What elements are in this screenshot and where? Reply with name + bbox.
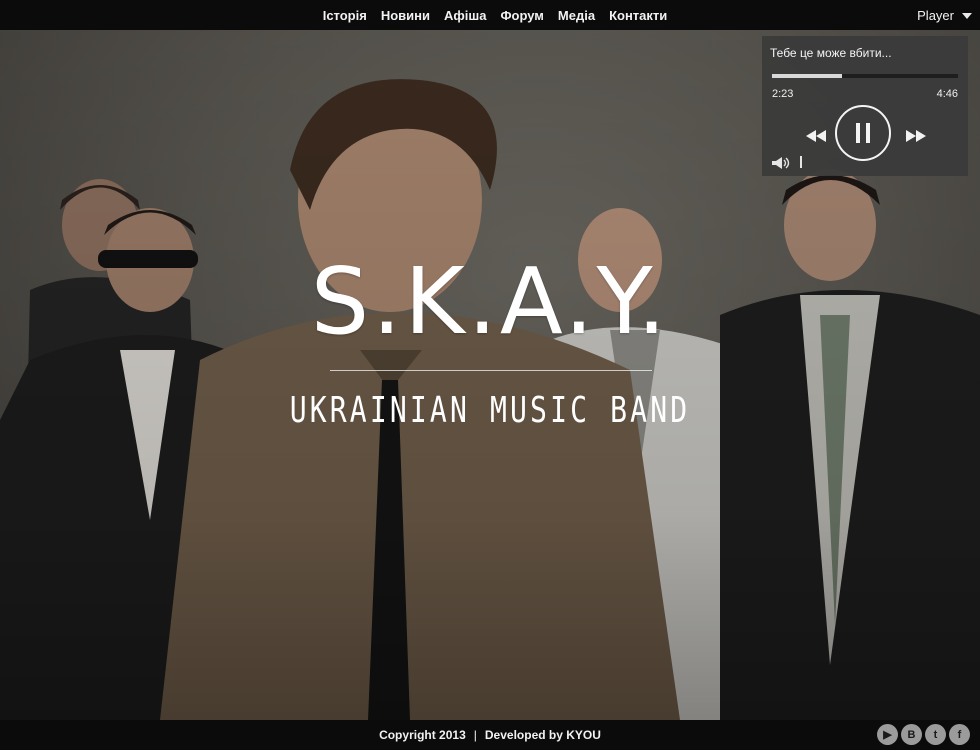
player-toggle-button[interactable]: Player: [917, 0, 972, 30]
progress-fill: [772, 74, 842, 78]
audio-player: Тебе це може вбити... 2:23 4:46: [762, 36, 968, 176]
nav-item-forum[interactable]: Форум: [500, 8, 543, 23]
nav-item-news[interactable]: Новини: [381, 8, 430, 23]
twitter-icon[interactable]: t: [925, 724, 946, 745]
total-time: 4:46: [936, 88, 958, 100]
nav-item-history[interactable]: Історія: [323, 8, 367, 23]
player-toggle-label: Player: [917, 7, 954, 23]
youtube-icon[interactable]: ▶: [877, 724, 898, 745]
volume-icon[interactable]: [772, 157, 792, 169]
social-links: ▶ B t f: [877, 724, 970, 745]
track-title: Тебе це може вбити...: [770, 46, 892, 60]
title-divider: [330, 370, 652, 371]
pause-button[interactable]: [835, 105, 891, 161]
nav-item-events[interactable]: Афіша: [444, 8, 486, 23]
footer-credits: Copyright 2013 | Developed by KYOU: [0, 720, 980, 750]
rewind-icon: [806, 130, 826, 142]
top-navigation-bar: Історія Новини Афіша Форум Медіа Контакт…: [0, 0, 980, 30]
pause-icon: [856, 123, 870, 143]
rewind-button[interactable]: [806, 129, 826, 147]
copyright-text: Copyright 2013: [379, 728, 466, 742]
vk-icon[interactable]: B: [901, 724, 922, 745]
volume-slider[interactable]: [800, 156, 802, 168]
band-logo-title: S.K.A.Y.: [310, 248, 670, 355]
chevron-down-icon: [962, 13, 972, 19]
footer-bar: Copyright 2013 | Developed by KYOU ▶ B t f: [0, 720, 980, 750]
elapsed-time: 2:23: [772, 88, 794, 100]
band-tagline: UKRAINIAN MUSIC BAND: [289, 390, 691, 431]
nav-item-media[interactable]: Медіа: [558, 8, 595, 23]
developer-credit: Developed by KYOU: [484, 728, 601, 742]
fast-forward-button[interactable]: [906, 129, 926, 147]
footer-separator: |: [473, 728, 477, 742]
nav-item-contacts[interactable]: Контакти: [609, 8, 667, 23]
fast-forward-icon: [906, 130, 926, 142]
progress-bar[interactable]: [772, 74, 958, 78]
main-menu: Історія Новини Афіша Форум Медіа Контакт…: [0, 0, 980, 30]
facebook-icon[interactable]: f: [949, 724, 970, 745]
